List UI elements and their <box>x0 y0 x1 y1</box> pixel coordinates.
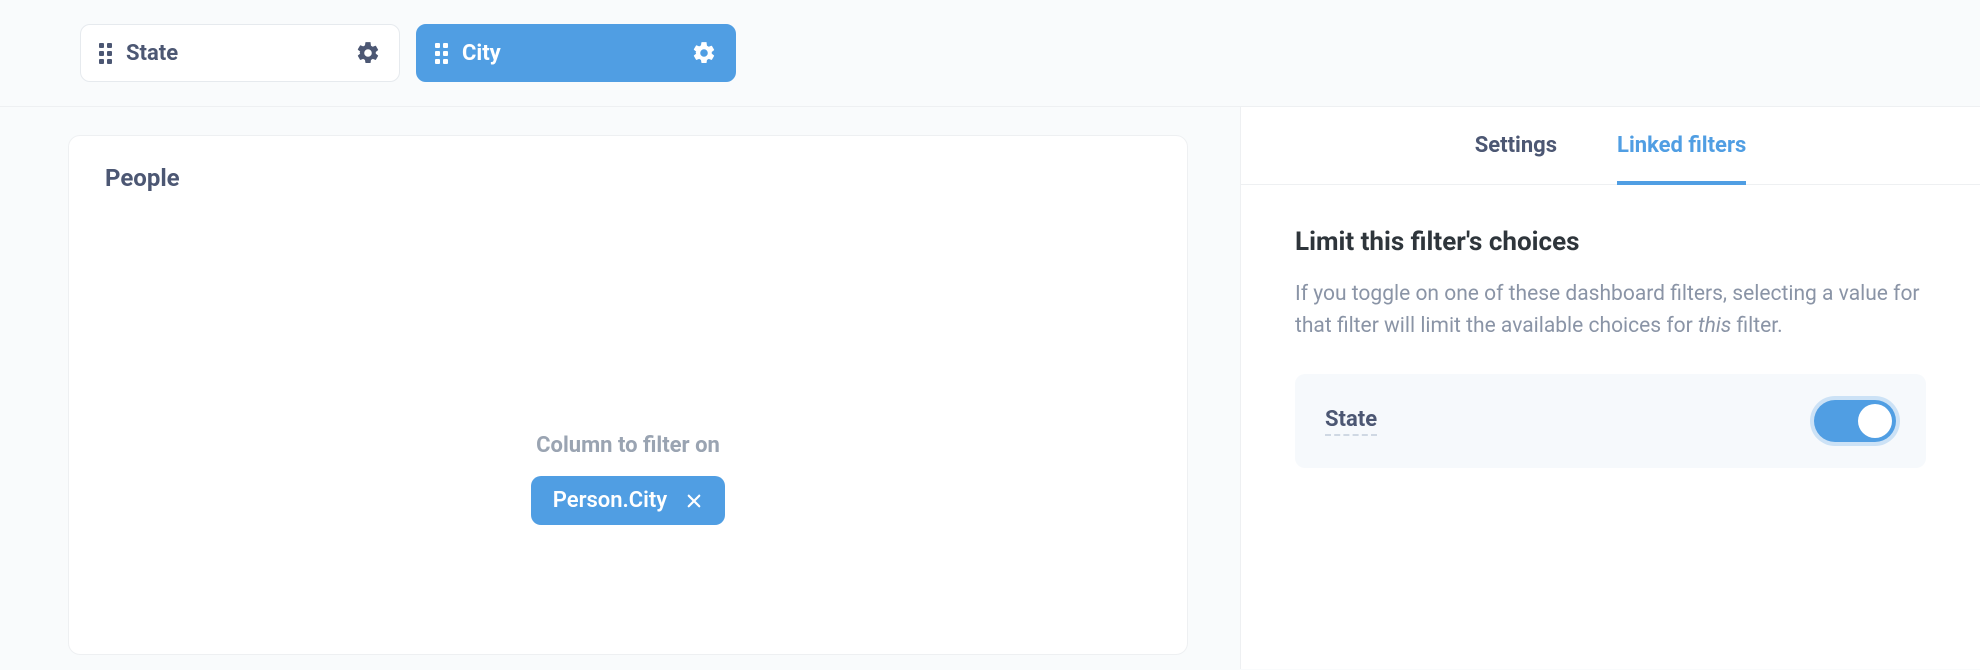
filter-chip-state[interactable]: State <box>80 24 400 82</box>
sidebar: Settings Linked filters Limit this filte… <box>1240 107 1980 669</box>
dashboard-card: People Column to filter on Person.City <box>68 135 1188 655</box>
tab-linked-filters[interactable]: Linked filters <box>1617 107 1746 184</box>
column-pill[interactable]: Person.City <box>531 476 725 525</box>
panel-description: If you toggle on one of these dashboard … <box>1295 279 1926 342</box>
filter-chip-label: City <box>462 41 501 66</box>
tab-settings[interactable]: Settings <box>1475 107 1557 184</box>
toggle-knob <box>1858 404 1892 438</box>
grip-icon <box>435 43 448 64</box>
column-filter-label: Column to filter on <box>536 433 720 458</box>
main-area: People Column to filter on Person.City S… <box>0 107 1980 669</box>
linked-filter-option: State <box>1295 374 1926 468</box>
linked-filter-label: State <box>1325 407 1377 436</box>
grip-icon <box>99 43 112 64</box>
filter-chip-bar: State City <box>0 0 1980 107</box>
filter-chip-label: State <box>126 41 178 66</box>
sidebar-tabs: Settings Linked filters <box>1241 107 1980 185</box>
card-area: People Column to filter on Person.City <box>0 107 1240 669</box>
gear-icon[interactable] <box>355 40 381 66</box>
column-pill-text: Person.City <box>553 488 667 513</box>
linked-filter-toggle[interactable] <box>1814 400 1896 442</box>
gear-icon[interactable] <box>691 40 717 66</box>
filter-chip-city[interactable]: City <box>416 24 736 82</box>
close-icon[interactable] <box>685 492 703 510</box>
card-title: People <box>105 164 1151 192</box>
linked-filters-panel: Limit this filter's choices If you toggl… <box>1241 185 1980 468</box>
panel-title: Limit this filter's choices <box>1295 227 1926 257</box>
